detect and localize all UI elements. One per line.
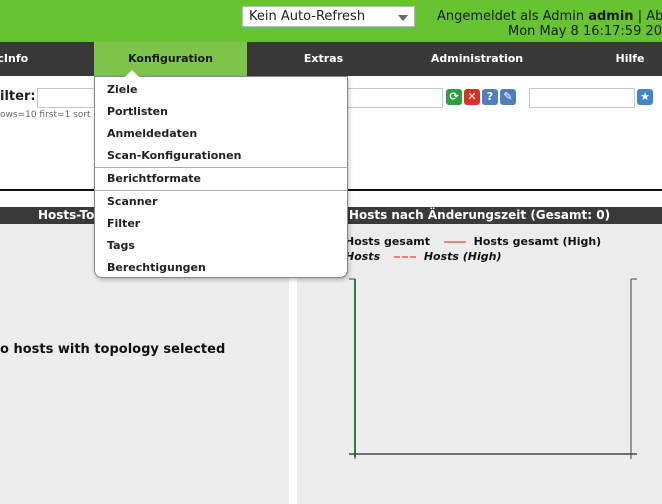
nav-konfiguration[interactable]: Konfiguration — [94, 42, 247, 76]
chevron-down-icon — [398, 15, 408, 21]
menu-item-berichtformate[interactable]: Berichtformate — [95, 168, 347, 190]
legend-hosts-high: Hosts (High) — [423, 250, 502, 263]
menu-item-portlisten[interactable]: Portlisten — [95, 101, 347, 123]
nav-extras[interactable]: Extras — [290, 42, 357, 76]
hosts-topology-title-text: Hosts-To — [38, 208, 95, 222]
filter-label: ilter: — [0, 89, 36, 104]
konfiguration-dropdown-menu: Ziele Portlisten Anmeldedaten Scan-Konfi… — [94, 70, 348, 279]
help-icon[interactable]: ? — [482, 89, 498, 105]
auto-refresh-select[interactable]: Kein Auto-Refresh — [242, 6, 415, 27]
refresh-icon[interactable]: ⟳ — [446, 89, 462, 105]
nav-secinfo-label: SecInfo — [0, 52, 29, 65]
hosts-time-chart — [349, 278, 637, 459]
user-role: Admin — [542, 9, 585, 24]
filter-select[interactable] — [529, 88, 635, 108]
legend-line-dashed — [393, 256, 416, 258]
logged-in-label: Angemeldet als — [437, 9, 539, 24]
menu-item-filter[interactable]: Filter — [95, 213, 347, 235]
user-info: Angemeldet als Admin admin | Abm — [437, 9, 662, 24]
legend-row-1: Hosts gesamt Hosts gesamt (High) — [345, 235, 601, 248]
nav-hilfe[interactable]: Hilfe — [608, 42, 652, 76]
legend-line-solid — [443, 241, 466, 243]
menu-pointer — [125, 70, 139, 77]
legend-row-2: Hosts Hosts (High) — [345, 250, 502, 263]
nav-secinfo[interactable]: SecInfo — [0, 42, 40, 76]
nav-administration[interactable]: Administration — [420, 42, 534, 76]
legend-hosts: Hosts — [345, 250, 381, 263]
menu-item-tags[interactable]: Tags — [95, 235, 347, 257]
header-separator: | — [637, 9, 643, 24]
menu-item-scanner[interactable]: Scanner — [95, 191, 347, 213]
logout-link[interactable]: Abm — [646, 9, 662, 24]
menu-item-scan-konfigurationen[interactable]: Scan-Konfigurationen — [95, 145, 347, 167]
auto-refresh-value: Kein Auto-Refresh — [249, 9, 366, 24]
current-datetime: Mon May 8 16:17:59 201 — [508, 24, 662, 39]
top-header: Kein Auto-Refresh Angemeldet als Admin a… — [0, 0, 662, 42]
no-hosts-message: o hosts with topology selected — [0, 342, 226, 357]
hosts-chart-title: Hosts nach Änderungszeit (Gesamt: 0) — [297, 207, 662, 224]
delete-icon[interactable]: ✕ — [464, 89, 480, 105]
menu-item-ziele[interactable]: Ziele — [95, 79, 347, 101]
legend-hosts-gesamt-high: Hosts gesamt (High) — [473, 235, 602, 248]
wrench-icon[interactable]: ✎ — [500, 89, 516, 105]
hosts-by-modification-panel: Hosts nach Änderungszeit (Gesamt: 0) Hos… — [297, 207, 662, 504]
menu-item-berechtigungen[interactable]: Berechtigungen — [95, 257, 347, 279]
filter-hint: ows=10 first=1 sort — [0, 110, 91, 120]
legend-hosts-gesamt: Hosts gesamt — [345, 235, 430, 248]
main-navigation: SecInfo Konfiguration Extras Administrat… — [0, 42, 662, 76]
star-icon[interactable]: ★ — [637, 89, 653, 105]
username: admin — [588, 9, 634, 24]
menu-item-anmeldedaten[interactable]: Anmeldedaten — [95, 123, 347, 145]
